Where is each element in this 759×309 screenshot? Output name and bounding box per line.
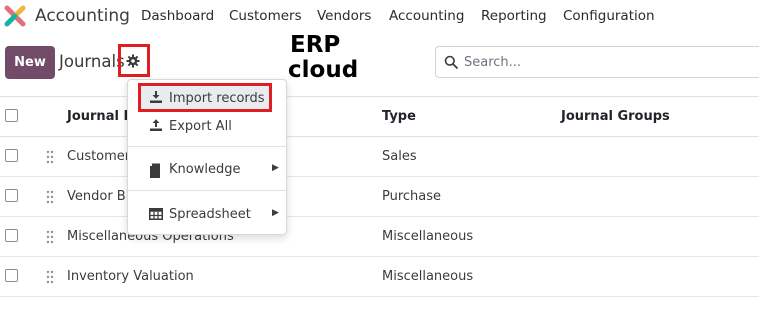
spreadsheet-icon [149, 208, 163, 220]
new-button[interactable]: New [5, 46, 55, 79]
submenu-caret-icon: ▶ [272, 208, 279, 218]
app-name[interactable]: Accounting [35, 6, 130, 26]
cell-journal-name: Inventory Valuation [67, 269, 194, 284]
nav-dashboard[interactable]: Dashboard [141, 8, 214, 24]
select-all-checkbox[interactable] [5, 109, 18, 122]
upload-icon [150, 119, 162, 131]
nav-reporting[interactable]: Reporting [481, 8, 547, 24]
row-checkbox[interactable] [5, 269, 18, 282]
cell-type: Miscellaneous [382, 269, 474, 284]
menu-label-spreadsheet: Spreadsheet [169, 207, 251, 222]
menu-label-export-all: Export All [169, 119, 232, 134]
page-title: Journals [59, 52, 125, 71]
search-icon [444, 55, 458, 69]
knowledge-icon [150, 163, 160, 178]
menu-divider [128, 190, 286, 191]
column-type[interactable]: Type [382, 109, 416, 124]
menu-item-spreadsheet[interactable]: Spreadsheet ▶ [127, 201, 285, 227]
top-navbar: Accounting Dashboard Customers Vendors A… [0, 0, 759, 32]
nav-configuration[interactable]: Configuration [563, 8, 655, 24]
import-records-highlight-box [138, 83, 272, 112]
menu-divider [128, 146, 286, 147]
row-checkbox[interactable] [5, 229, 18, 242]
menu-item-export-all[interactable]: Export All [127, 112, 285, 138]
gear-icon[interactable] [126, 54, 140, 68]
drag-handle-icon[interactable] [46, 230, 54, 244]
svg-text:cloud: cloud [288, 57, 358, 80]
drag-handle-icon[interactable] [46, 190, 54, 204]
cell-type: Sales [382, 149, 417, 164]
drag-handle-icon[interactable] [46, 270, 54, 284]
search-input[interactable] [464, 50, 754, 74]
menu-label-knowledge: Knowledge [169, 162, 241, 177]
cell-type: Purchase [382, 189, 442, 204]
svg-text:ERP: ERP [290, 32, 340, 58]
app-logo-icon[interactable] [4, 5, 26, 27]
cell-type: Miscellaneous [382, 229, 474, 244]
nav-vendors[interactable]: Vendors [317, 8, 371, 24]
drag-handle-icon[interactable] [46, 150, 54, 164]
erp-cloud-logo: ERP cloud [288, 32, 358, 80]
row-checkbox[interactable] [5, 189, 18, 202]
menu-item-knowledge[interactable]: Knowledge ▶ [127, 156, 285, 182]
nav-customers[interactable]: Customers [229, 8, 302, 24]
row-checkbox[interactable] [5, 149, 18, 162]
nav-accounting[interactable]: Accounting [389, 8, 464, 24]
submenu-caret-icon: ▶ [272, 163, 279, 173]
column-journal-groups[interactable]: Journal Groups [561, 109, 670, 124]
